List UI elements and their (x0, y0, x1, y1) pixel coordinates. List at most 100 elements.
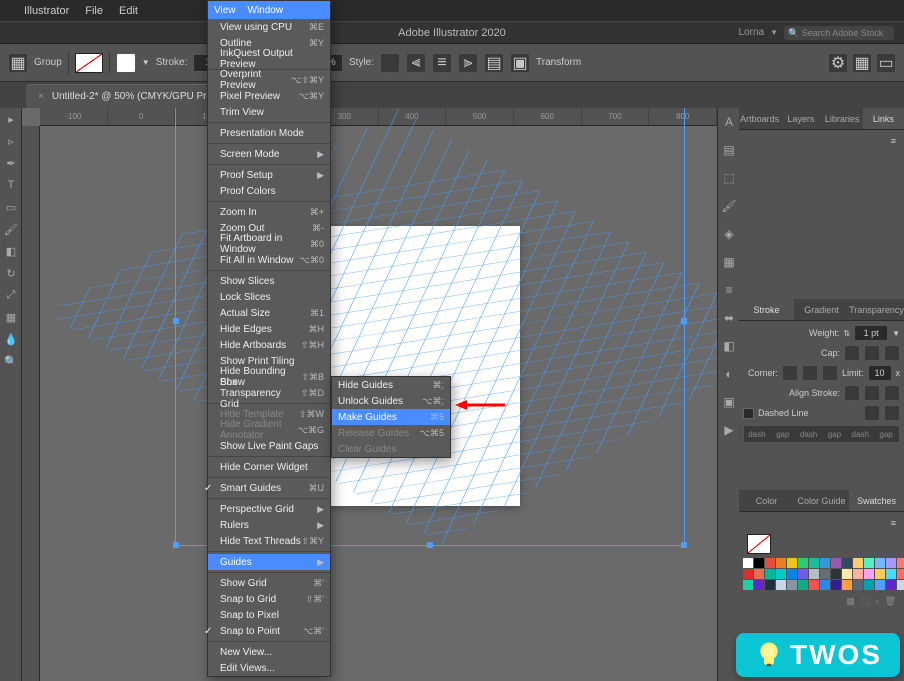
menu-edit[interactable]: Edit (119, 5, 138, 17)
submenu-item-make-guides[interactable]: Make Guides⌘5 (332, 409, 450, 425)
swatch[interactable] (853, 569, 863, 579)
swatch[interactable] (886, 558, 896, 568)
submenu-item-unlock-guides[interactable]: Unlock Guides⌥⌘; (332, 393, 450, 409)
brushes-icon[interactable]: 🖌 (718, 192, 740, 220)
menu-item-snap-to-point[interactable]: ✓Snap to Point⌥⌘' (208, 623, 330, 639)
rotate-tool[interactable]: ↻ (0, 262, 22, 284)
tab-artboards[interactable]: Artboards (739, 108, 780, 129)
swatch[interactable] (820, 558, 830, 568)
swatch[interactable] (743, 569, 753, 579)
swatch[interactable] (875, 558, 885, 568)
tab-layers[interactable]: Layers (780, 108, 821, 129)
style-picker[interactable] (380, 53, 400, 73)
swatch[interactable] (776, 558, 786, 568)
tab-transparency[interactable]: Transparency (849, 299, 904, 320)
selection-tool[interactable]: ▸ (0, 108, 22, 130)
swatch[interactable] (765, 558, 775, 568)
menu-illustrator[interactable]: Illustrator (24, 5, 69, 17)
menu-item-perspective-grid[interactable]: Perspective Grid▶ (208, 501, 330, 517)
menu-item-overprint-preview[interactable]: Overprint Preview⌥⇧⌘Y (208, 72, 330, 88)
scale-tool[interactable]: ⤢ (0, 284, 22, 306)
symbols-icon[interactable]: ◈ (718, 220, 740, 248)
menu-item-presentation-mode[interactable]: Presentation Mode (208, 125, 330, 141)
swatch[interactable] (787, 569, 797, 579)
eraser-tool[interactable]: ◧ (0, 240, 22, 262)
menu-item-lock-slices[interactable]: Lock Slices (208, 289, 330, 305)
swatches-icon[interactable]: ▦ (718, 248, 740, 276)
menu-item-hide-text-threads[interactable]: Hide Text Threads⇧⌘Y (208, 533, 330, 549)
swatch[interactable] (798, 569, 808, 579)
swatch[interactable] (798, 558, 808, 568)
swatch[interactable] (842, 558, 852, 568)
swatch-grid[interactable] (743, 558, 900, 590)
type-tool[interactable]: T (0, 174, 22, 196)
swatch[interactable] (897, 569, 904, 579)
swatch[interactable] (897, 558, 904, 568)
menu-item-inkquest-output-preview[interactable]: InkQuest Output Preview (208, 51, 330, 67)
submenu-item-clear-guides[interactable]: Clear Guides (332, 441, 450, 457)
isometric-grid[interactable] (45, 109, 717, 544)
stroke-swatch[interactable] (116, 53, 136, 73)
swatch[interactable] (842, 580, 852, 590)
menu-item-new-view-[interactable]: New View... (208, 644, 330, 660)
swatch[interactable] (765, 569, 775, 579)
swatch[interactable] (809, 569, 819, 579)
swatch[interactable] (820, 569, 830, 579)
pen-tool[interactable]: ✒ (0, 152, 22, 174)
swatch[interactable] (754, 580, 764, 590)
menu-item-view-using-cpu[interactable]: View using CPU⌘E (208, 19, 330, 35)
swatch[interactable] (787, 580, 797, 590)
guides-submenu[interactable]: Hide Guides⌘;Unlock Guides⌥⌘;Make Guides… (331, 376, 451, 458)
tab-libraries[interactable]: Libraries (822, 108, 863, 129)
swatch[interactable] (798, 580, 808, 590)
selection-handle[interactable] (681, 542, 687, 548)
menu-item-zoom-in[interactable]: Zoom In⌘+ (208, 204, 330, 220)
swatch-new-icon[interactable]: ▫ (875, 596, 878, 607)
menu-item-actual-size[interactable]: Actual Size⌘1 (208, 305, 330, 321)
selection-handle[interactable] (173, 542, 179, 548)
menu-item-hide-artboards[interactable]: Hide Artboards⇧⌘H (208, 337, 330, 353)
menu-item-show-slices[interactable]: Show Slices (208, 273, 330, 289)
swatch[interactable] (864, 558, 874, 568)
align-center-button[interactable] (844, 385, 860, 401)
brush-tool[interactable]: 🖌 (0, 218, 22, 240)
swatch[interactable] (853, 580, 863, 590)
swatch[interactable] (754, 558, 764, 568)
transform-icon[interactable]: ⬌ (718, 304, 740, 332)
swatch[interactable] (886, 569, 896, 579)
corner-miter-button[interactable] (782, 365, 798, 381)
align-outside-button[interactable] (884, 385, 900, 401)
limit-input[interactable] (868, 365, 892, 381)
swatch[interactable] (886, 580, 896, 590)
dash-btn-1[interactable] (864, 405, 880, 421)
menu-item-snap-to-grid[interactable]: Snap to Grid⇧⌘' (208, 591, 330, 607)
play-icon[interactable]: ▶ (718, 416, 740, 444)
swatch[interactable] (776, 569, 786, 579)
swatch[interactable] (765, 580, 775, 590)
eyedropper-tool[interactable]: 💧 (0, 328, 22, 350)
swatch[interactable] (754, 569, 764, 579)
menu-file[interactable]: File (85, 5, 103, 17)
menu-item-hide-corner-widget[interactable]: Hide Corner Widget (208, 459, 330, 475)
pathfinder-icon[interactable]: ◧ (718, 332, 740, 360)
properties-icon[interactable]: A (718, 108, 740, 136)
swatch[interactable] (831, 558, 841, 568)
swatch[interactable] (842, 569, 852, 579)
cap-round-button[interactable] (864, 345, 880, 361)
menu-item-guides[interactable]: Guides▶ (208, 554, 330, 570)
menu-item-screen-mode[interactable]: Screen Mode▶ (208, 146, 330, 162)
swatch[interactable] (743, 580, 753, 590)
close-icon[interactable]: × (38, 91, 44, 102)
gradient-tool[interactable]: ▦ (0, 306, 22, 328)
menu-item-hide-edges[interactable]: Hide Edges⌘H (208, 321, 330, 337)
swatch[interactable] (776, 580, 786, 590)
swatch[interactable] (864, 569, 874, 579)
corner-bevel-button[interactable] (822, 365, 838, 381)
menu-item-smart-guides[interactable]: ✓Smart Guides⌘U (208, 480, 330, 496)
swatch[interactable] (743, 558, 753, 568)
swatch[interactable] (875, 569, 885, 579)
appearance-icon[interactable]: ◐ (718, 360, 740, 388)
prefs-icon[interactable]: ⚙ (828, 53, 848, 73)
tab-links[interactable]: Links (863, 108, 904, 129)
menu-item-show-transparency-grid[interactable]: Show Transparency Grid⇧⌘D (208, 385, 330, 401)
